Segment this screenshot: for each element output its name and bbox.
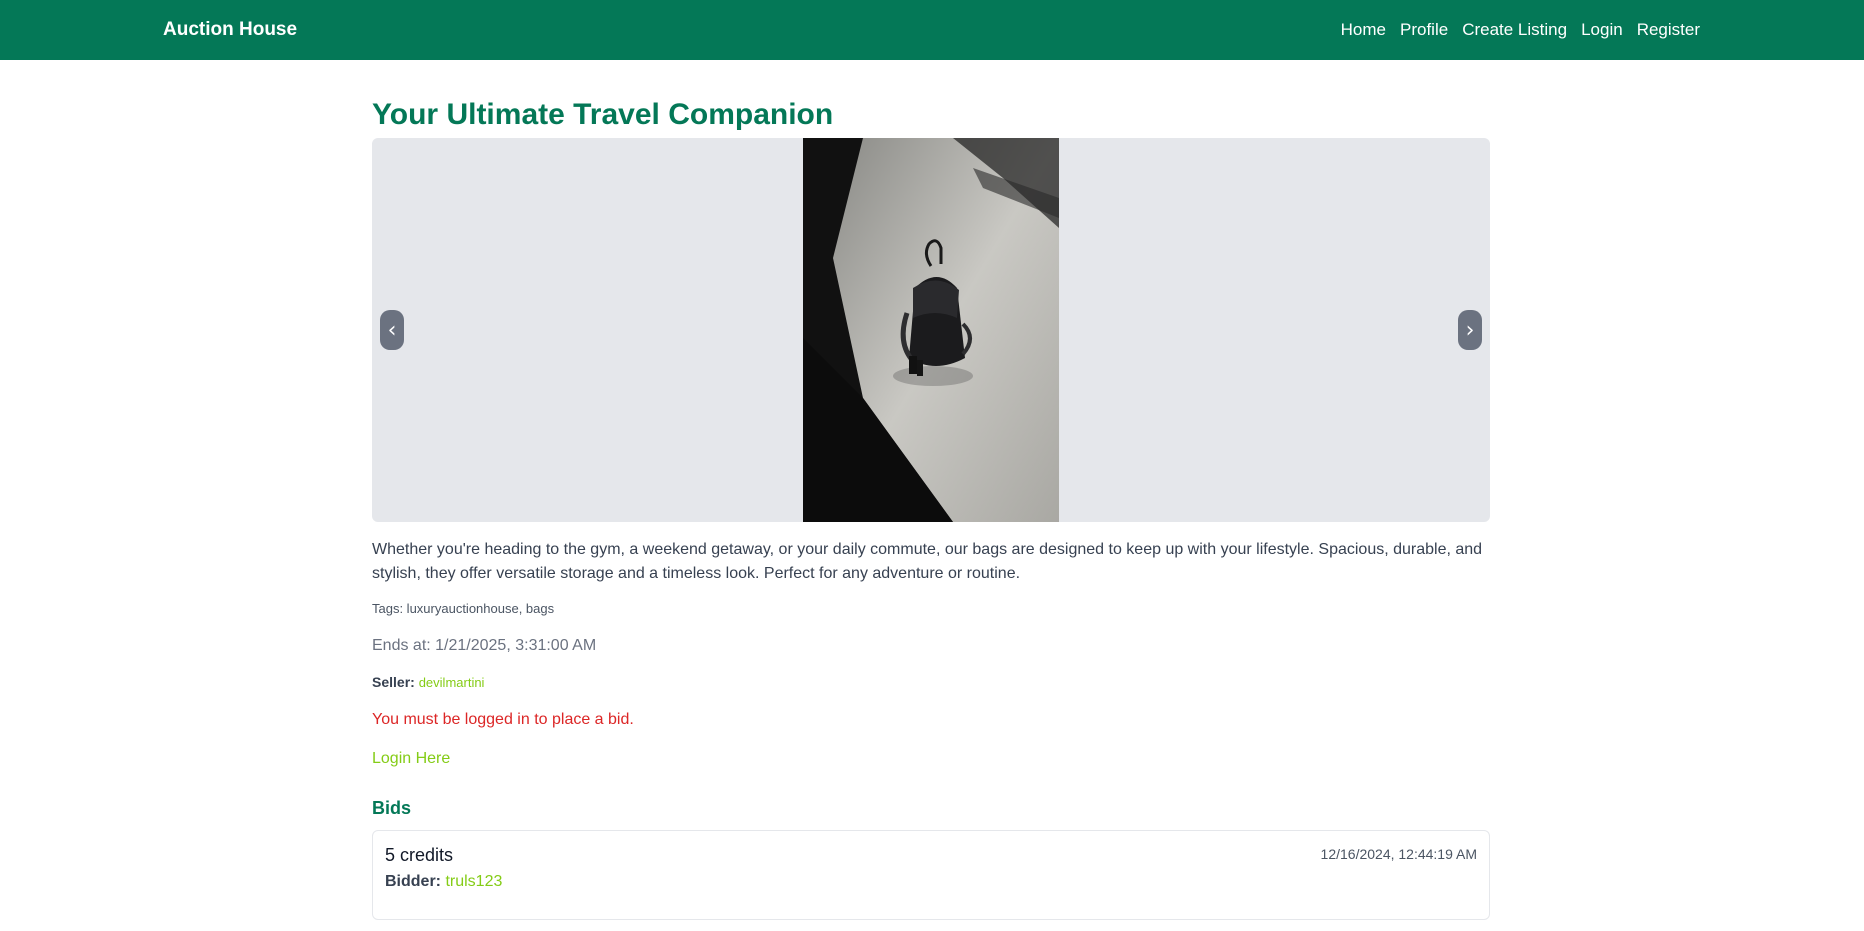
bid-amount: 5 credits [385, 845, 454, 865]
nav-link-profile[interactable]: Profile [1400, 20, 1448, 40]
top-navbar: Auction House Home Profile Create Listin… [0, 0, 1864, 60]
listing-end-date: Ends at: 1/21/2025, 3:31:00 AM [372, 637, 597, 654]
listing-title: Your Ultimate Travel Companion [372, 98, 834, 131]
carousel-prev-button[interactable]: ‹ [380, 310, 404, 350]
nav-link-create-listing[interactable]: Create Listing [1462, 20, 1567, 40]
bid-card: 5 credits 12/16/2024, 12:44:19 AM Bidder… [372, 830, 1490, 920]
nav-link-home[interactable]: Home [1341, 20, 1386, 40]
carousel-next-button[interactable]: › [1458, 310, 1482, 350]
listing-description: Whether you're heading to the gym, a wee… [372, 541, 1483, 582]
login-here-link[interactable]: Login Here [372, 748, 450, 770]
bidder-label: Bidder: [385, 873, 441, 890]
listing-tags: Tags: luxuryauctionhouse, bags [372, 601, 555, 616]
nav-links: Home Profile Create Listing Login Regist… [1341, 20, 1700, 40]
image-carousel: ‹ › [372, 138, 1490, 522]
seller-info: Seller: devilmartini [372, 673, 1490, 691]
bids-heading: Bids [372, 798, 412, 818]
bid-bidder: Bidder: truls123 [385, 873, 1477, 891]
chevron-right-icon: › [1465, 317, 1475, 343]
bid-timestamp: 12/16/2024, 12:44:19 AM [1320, 846, 1477, 862]
bidder-profile-link[interactable]: truls123 [445, 873, 502, 890]
seller-profile-link[interactable]: devilmartini [419, 675, 485, 690]
nav-link-register[interactable]: Register [1637, 20, 1700, 40]
login-required-message: You must be logged in to place a bid. [372, 711, 634, 728]
listing-container: Your Ultimate Travel Companion ‹ › Wheth… [372, 93, 1490, 920]
listing-image-backpack [803, 138, 1059, 522]
seller-label: Seller: [372, 674, 415, 690]
chevron-left-icon: ‹ [387, 317, 397, 343]
brand-logo-link[interactable]: Auction House [163, 19, 297, 41]
nav-link-login[interactable]: Login [1581, 20, 1623, 40]
